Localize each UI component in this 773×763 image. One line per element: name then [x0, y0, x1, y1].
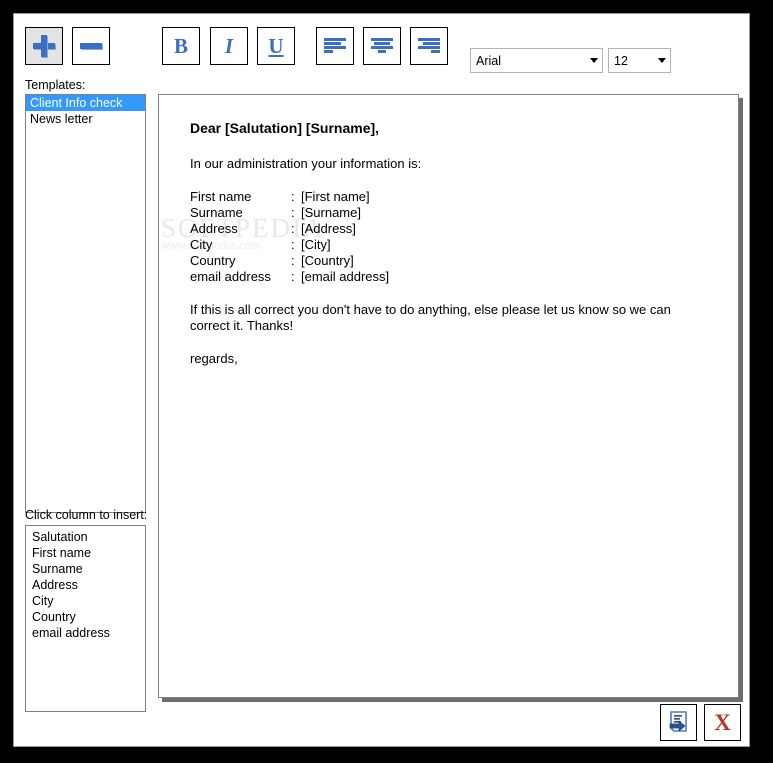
- editor-body: Dear [Salutation] [Surname], In our admi…: [190, 120, 726, 367]
- application-window: B I U Arial 12 Templates: Client Info ch…: [13, 13, 750, 747]
- toolbar: B I U Arial 12: [14, 14, 749, 76]
- templates-listbox[interactable]: Client Info check News letter: [25, 94, 146, 513]
- table-row: Surname : [Surname]: [190, 205, 389, 221]
- field-name: email address: [190, 269, 271, 284]
- list-item[interactable]: Client Info check: [26, 95, 145, 111]
- doc-field-table: First name : [First name] Surname : [Sur…: [190, 189, 389, 285]
- bold-icon: B: [173, 33, 188, 58]
- remove-template-button[interactable]: [72, 27, 110, 65]
- save-button[interactable]: [660, 704, 697, 741]
- close-icon: X: [714, 710, 731, 735]
- table-row: email address : [email address]: [190, 269, 389, 285]
- field-separator: :: [291, 221, 295, 236]
- chevron-down-icon[interactable]: [585, 49, 602, 72]
- doc-greeting: Dear [Salutation] [Surname],: [190, 120, 380, 136]
- field-value: [email address]: [301, 269, 390, 284]
- list-item[interactable]: Surname: [26, 561, 145, 577]
- field-name: Address: [190, 221, 238, 236]
- field-name: City: [190, 237, 213, 252]
- font-size-value: 12: [614, 53, 628, 68]
- field-name: First name: [190, 189, 252, 204]
- list-item[interactable]: First name: [26, 545, 145, 561]
- align-center-icon: [371, 37, 393, 55]
- align-right-icon: [418, 37, 440, 55]
- align-center-button[interactable]: [363, 27, 401, 65]
- italic-button[interactable]: I: [210, 27, 248, 65]
- add-template-button[interactable]: [25, 27, 63, 65]
- list-item[interactable]: email address: [26, 625, 145, 641]
- field-value: [Surname]: [301, 205, 361, 220]
- field-separator: :: [291, 205, 295, 220]
- underline-icon: U: [268, 33, 284, 58]
- list-item[interactable]: Country: [26, 609, 145, 625]
- minus-icon: [80, 35, 102, 57]
- footer: X: [14, 700, 749, 746]
- template-editor[interactable]: SOFTPEDIA www.softpedia.com Dear [Saluta…: [158, 94, 739, 698]
- underline-button[interactable]: U: [257, 27, 295, 65]
- field-value: [City]: [301, 237, 331, 252]
- save-export-icon: [669, 710, 687, 732]
- list-item[interactable]: Salutation: [26, 529, 145, 545]
- doc-paragraph: If this is all correct you don't have to…: [190, 302, 671, 333]
- list-item[interactable]: City: [26, 593, 145, 609]
- chevron-down-icon[interactable]: [653, 49, 670, 72]
- field-separator: :: [291, 269, 295, 284]
- font-size-select[interactable]: 12: [608, 48, 671, 73]
- table-row: Country : [Country]: [190, 253, 389, 269]
- field-value: [Country]: [301, 253, 354, 268]
- list-item[interactable]: News letter: [26, 111, 145, 127]
- doc-intro: In our administration your information i…: [190, 156, 422, 171]
- table-row: Address : [Address]: [190, 221, 389, 237]
- plus-icon: [33, 35, 55, 57]
- field-value: [Address]: [301, 221, 356, 236]
- table-row: First name : [First name]: [190, 189, 389, 205]
- align-left-button[interactable]: [316, 27, 354, 65]
- align-right-button[interactable]: [410, 27, 448, 65]
- field-separator: :: [291, 253, 295, 268]
- align-left-icon: [324, 37, 346, 55]
- field-name: Surname: [190, 205, 243, 220]
- font-family-value: Arial: [476, 53, 502, 68]
- columns-label: Click column to insert:: [25, 508, 148, 522]
- field-separator: :: [291, 237, 295, 252]
- columns-listbox[interactable]: Salutation First name Surname Address Ci…: [25, 525, 146, 712]
- font-family-select[interactable]: Arial: [470, 48, 603, 73]
- field-separator: :: [291, 189, 295, 204]
- templates-label: Templates:: [25, 78, 86, 92]
- bold-button[interactable]: B: [162, 27, 200, 65]
- italic-icon: I: [224, 33, 234, 58]
- table-row: City : [City]: [190, 237, 389, 253]
- close-button[interactable]: X: [704, 704, 741, 741]
- list-item[interactable]: Address: [26, 577, 145, 593]
- doc-signoff: regards,: [190, 351, 238, 366]
- field-name: Country: [190, 253, 236, 268]
- field-value: [First name]: [301, 189, 370, 204]
